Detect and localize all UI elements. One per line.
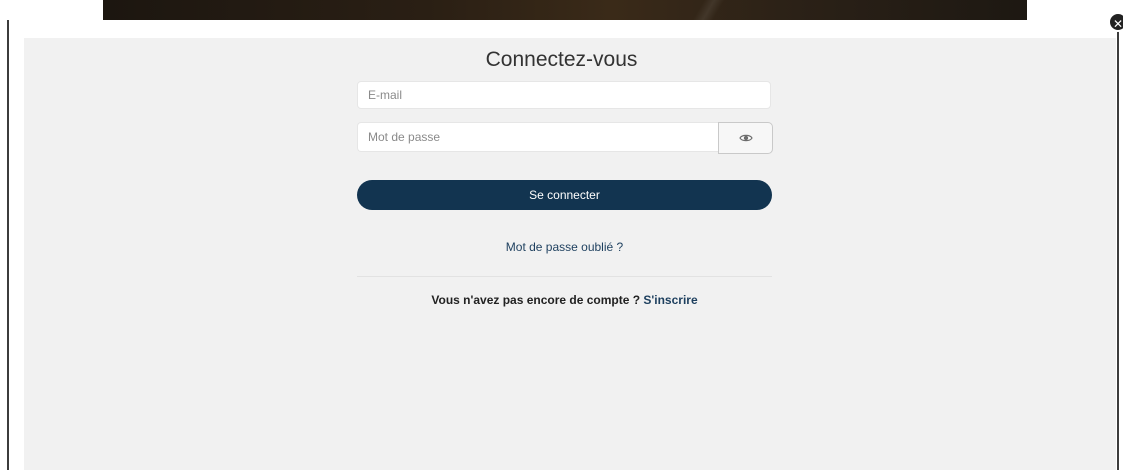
forgot-password-link[interactable]: Mot de passe oublié ? — [0, 240, 1123, 254]
login-button[interactable]: Se connecter — [357, 180, 772, 210]
eye-icon — [738, 134, 753, 142]
background-image — [103, 0, 1027, 22]
modal-top-bar — [8, 20, 1118, 38]
page-title: Connectez-vous — [485, 48, 638, 71]
divider — [357, 276, 772, 277]
signup-link[interactable]: S'inscrire — [643, 293, 697, 307]
close-button[interactable]: ✕ — [1108, 12, 1123, 32]
password-group — [357, 122, 773, 154]
close-icon: ✕ — [1112, 17, 1123, 31]
password-field[interactable] — [357, 122, 719, 152]
signup-prompt: Vous n'avez pas encore de compte ? — [431, 293, 644, 307]
page: ✕ Connectez-vous Se connecter Mot de pas… — [0, 0, 1123, 470]
email-field[interactable] — [357, 81, 771, 109]
show-password-button[interactable] — [718, 122, 773, 154]
signup-row: Vous n'avez pas encore de compte ? S'ins… — [0, 293, 1123, 307]
